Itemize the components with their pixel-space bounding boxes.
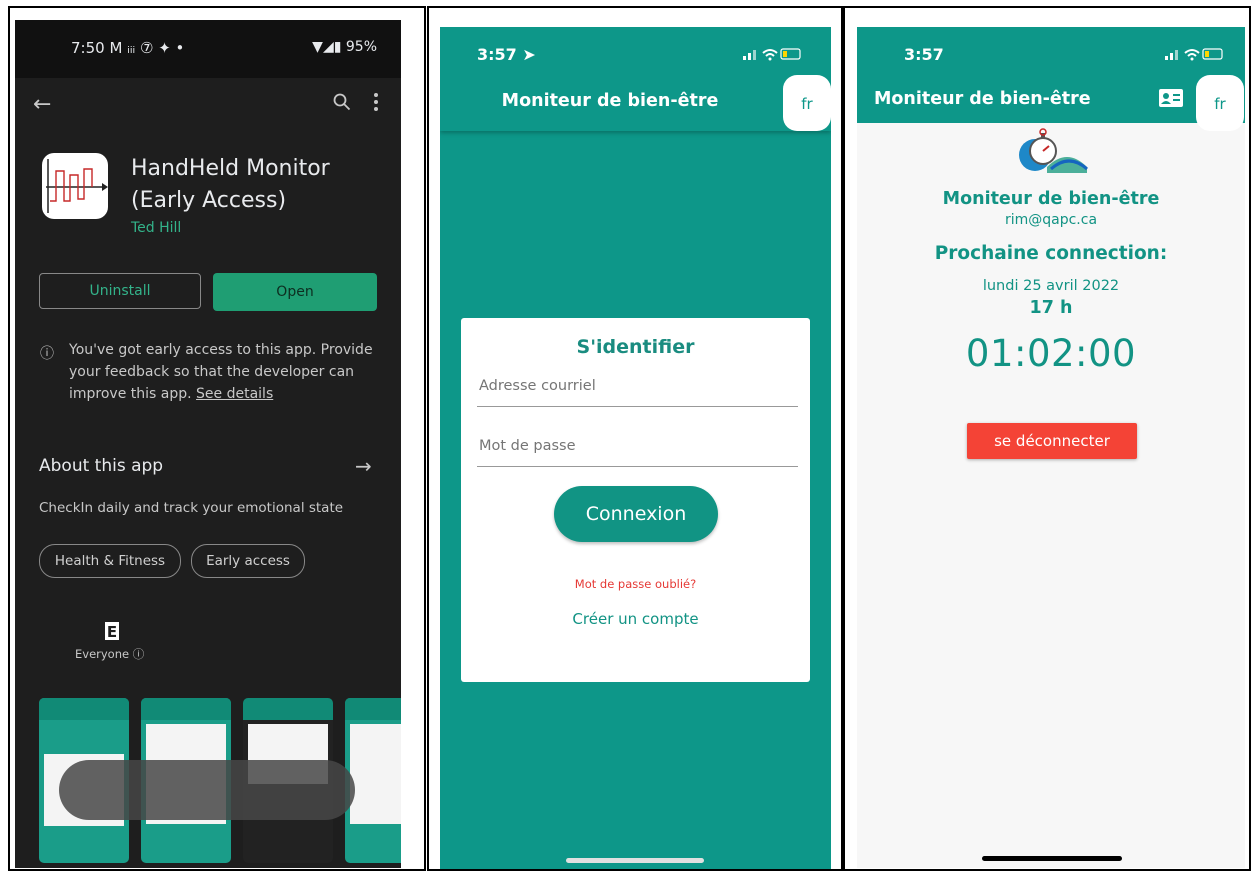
app-name: HandHeld Monitor (Early Access) [131,156,330,213]
uninstall-button[interactable]: Uninstall [39,273,201,309]
info-small-icon: ⓘ [132,647,145,661]
app-name: Moniteur de bien-être [942,189,1160,209]
chip-early-access[interactable]: Early access [191,544,305,578]
dashboard-screen: 3:57 Moniteur de bien-être fr Moniteur d… [857,27,1245,868]
app-description: CheckIn daily and track your emotional s… [39,500,344,516]
home-indicator[interactable] [566,858,704,863]
user-email: rim@qapc.ca [1004,212,1098,228]
create-account-link[interactable]: Créer un compte [461,610,810,628]
early-access-notice: You've got early access to this app. Pro… [69,342,373,402]
email-field[interactable] [477,366,798,407]
password-field[interactable] [477,426,798,467]
see-details-link[interactable]: See details [196,386,273,402]
esrb-everyone-icon: E [85,620,137,644]
about-this-app-heading[interactable]: About this app [39,456,163,476]
next-connection-date: lundi 25 avril 2022 [982,278,1120,294]
status-time: 3:57 [904,45,944,64]
rating-label: Everyone ⓘ [75,647,145,661]
play-store-screen: 7:50 M ᵢᵢᵢ ⑦ ✦ • ▼◢▮ 95% ← HandHeld Moni… [15,20,401,868]
logout-button[interactable]: se déconnecter [967,423,1137,459]
login-card: S'identifier Connexion Mot de passe oubl… [461,318,810,682]
status-time: 7:50 M ᵢᵢᵢ ⑦ ✦ • [71,39,185,57]
app-title: Moniteur de bien-être [501,91,719,111]
wifi-icon: ▼◢▮ [312,39,342,55]
search-icon[interactable] [333,92,351,116]
more-options-icon[interactable] [373,92,379,117]
svg-text:E: E [107,623,117,641]
status-icons [1165,47,1225,65]
screenshot-carousel[interactable] [39,698,401,863]
chip-health-fitness[interactable]: Health & Fitness [39,544,181,578]
status-time: 3:57 ➤ [477,45,536,64]
next-connection-hour: 17 h [1029,298,1073,318]
language-button[interactable]: fr [1196,75,1244,131]
home-indicator[interactable] [982,856,1122,861]
app-icon [42,153,108,219]
countdown-timer: 01:02:00 [965,332,1137,375]
login-button[interactable]: Connexion [554,486,718,542]
app-bar: 3:57 Moniteur de bien-être [857,27,1245,123]
stopwatch-logo-icon [1017,127,1089,177]
carousel-overlay [59,760,355,820]
login-screen: 3:57 ➤ Moniteur de bien-être fr S'identi… [440,27,831,869]
next-connection-label: Prochaine connection: [934,243,1168,264]
app-bar: 3:57 ➤ Moniteur de bien-être [440,27,831,131]
app-title: Moniteur de bien-être [874,89,1091,109]
battery-level: 95% [345,39,377,55]
language-button[interactable]: fr [783,75,831,131]
status-right: ▼◢▮ 95% [312,39,377,55]
status-icons [743,47,803,65]
back-arrow-icon[interactable]: ← [33,92,51,117]
forgot-password-link[interactable]: Mot de passe oublié? [461,577,810,591]
info-icon: ⓘ [40,346,54,362]
login-title: S'identifier [576,336,695,358]
developer-name[interactable]: Ted Hill [131,220,181,236]
contact-card-icon[interactable] [1159,89,1183,107]
status-bar: 7:50 M ᵢᵢᵢ ⑦ ✦ • ▼◢▮ 95% [15,20,401,78]
location-icon: ➤ [522,45,536,64]
open-button[interactable]: Open [213,273,377,311]
arrow-right-icon[interactable]: → [355,454,372,478]
